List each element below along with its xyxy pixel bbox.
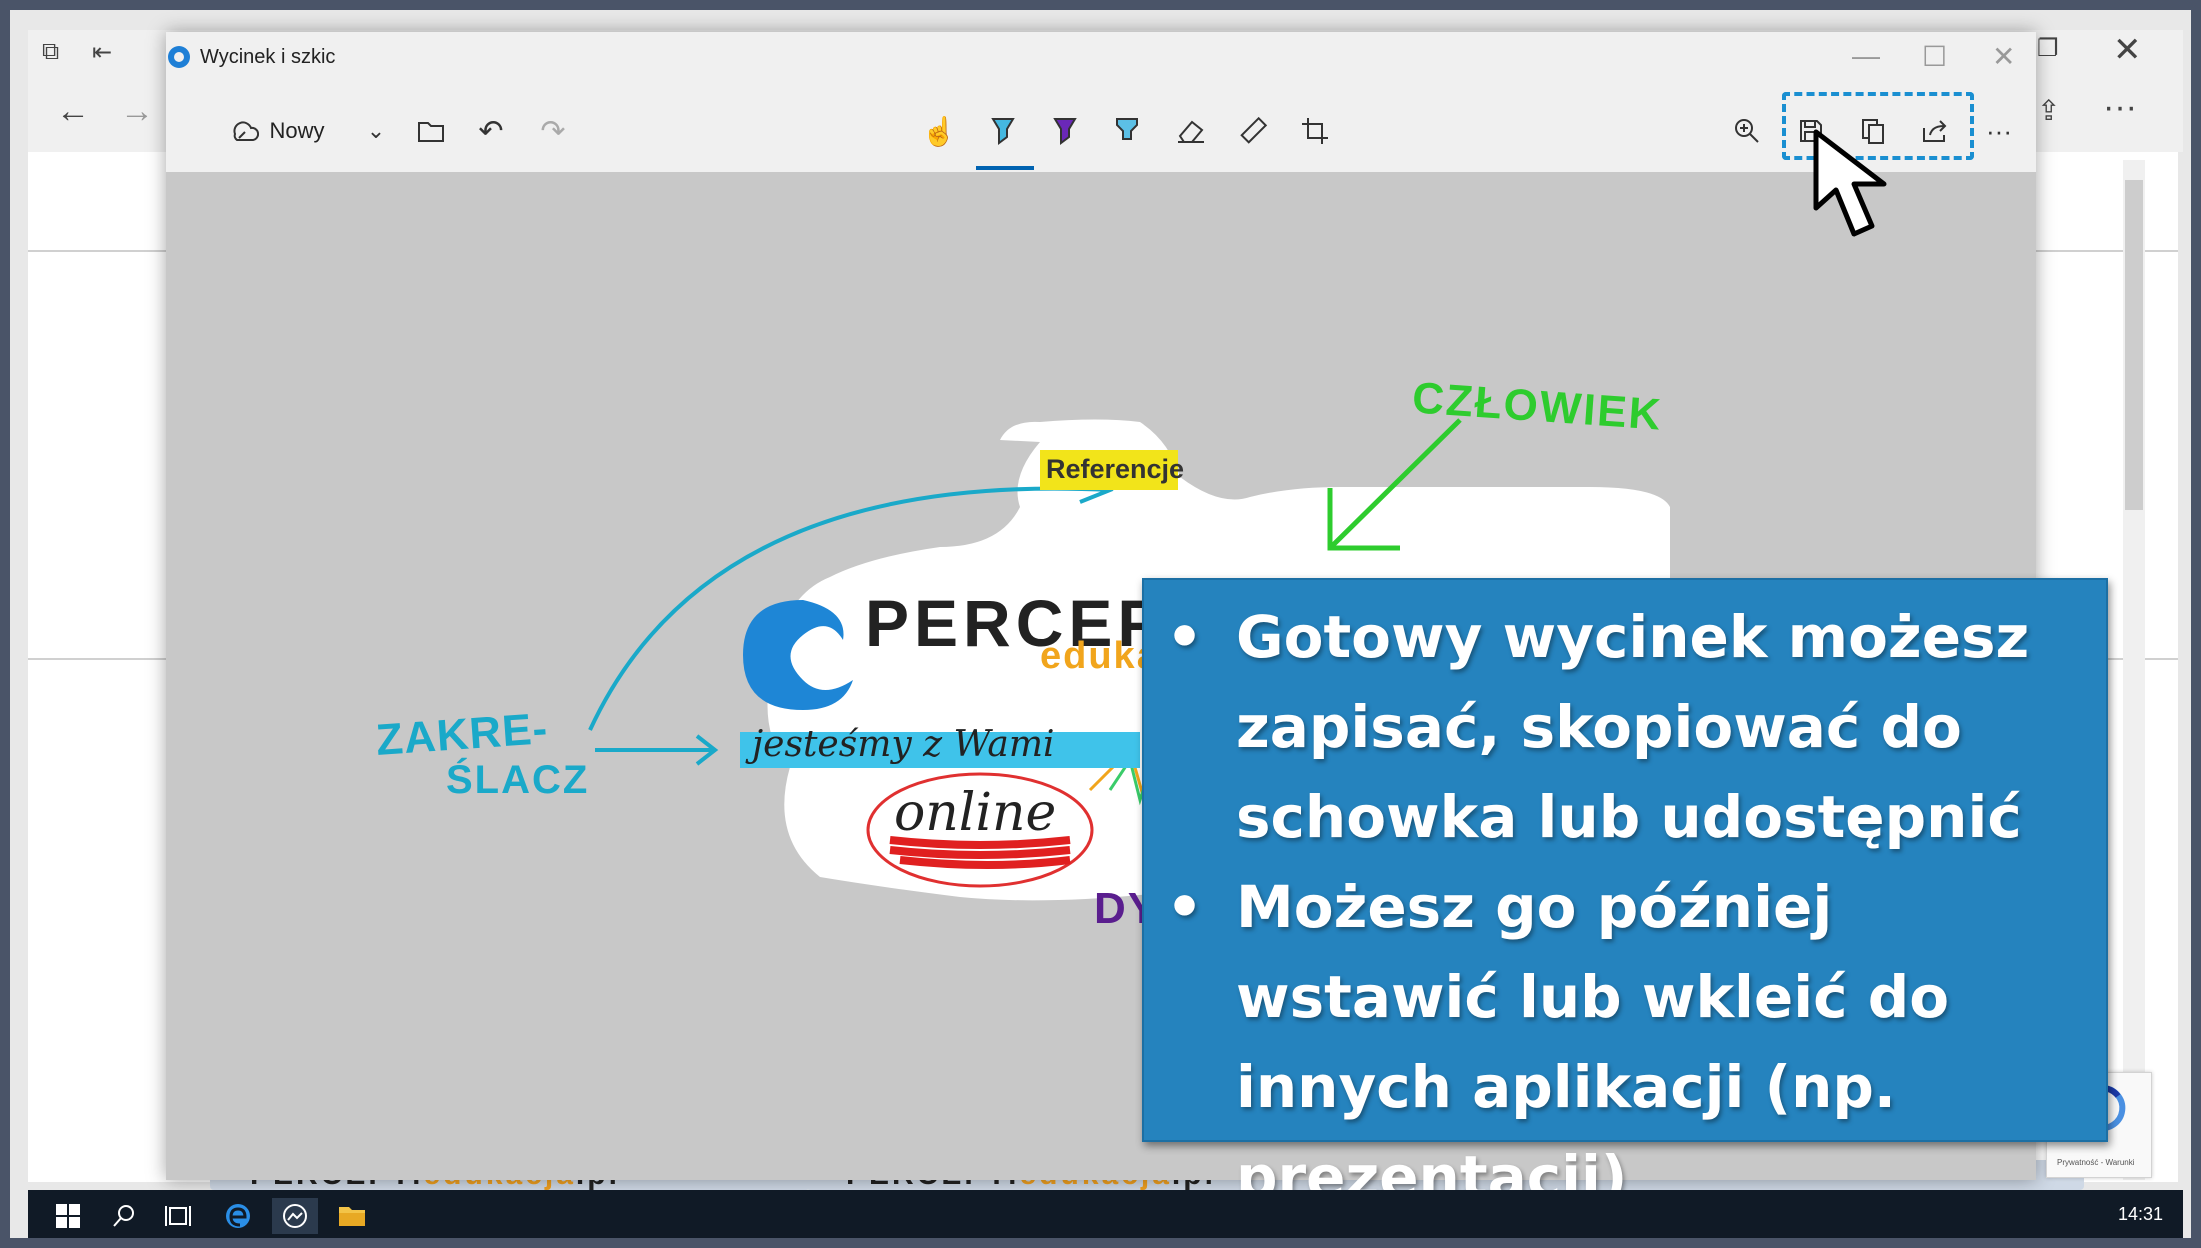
mouse-cursor-icon <box>1813 129 1887 237</box>
online-text: online <box>894 783 1057 843</box>
callout-item: Gotowy wycinek możesz zapisać, skopiować… <box>1166 592 2106 862</box>
slogan-text: jesteśmy z Wami <box>752 724 1055 765</box>
task-view-button[interactable] <box>158 1198 198 1234</box>
start-button[interactable] <box>48 1198 88 1234</box>
slogan-arrow <box>595 734 719 766</box>
online-scribble <box>889 836 1071 869</box>
file-explorer-taskbar-button[interactable] <box>332 1198 372 1234</box>
snip-sketch-taskbar-button[interactable] <box>272 1198 318 1234</box>
file-explorer-icon <box>339 1207 365 1226</box>
task-view-icon <box>165 1206 191 1226</box>
callout-item: Możesz go później wstawić lub wkleić do … <box>1166 862 2106 1222</box>
info-callout: Gotowy wycinek możesz zapisać, skopiować… <box>1142 578 2108 1211</box>
annotation-zakreslacz-2: ŚLACZ <box>446 758 590 802</box>
callout-list: Gotowy wycinek możesz zapisać, skopiować… <box>1144 592 2106 1222</box>
edge-icon <box>226 1204 250 1228</box>
reference-text: Referencje <box>1046 454 1185 484</box>
search-icon <box>113 1205 134 1227</box>
taskbar: 14:31 <box>28 1190 2183 1238</box>
snip-sketch-icon <box>283 1204 307 1228</box>
search-button[interactable] <box>104 1198 144 1234</box>
clock[interactable]: 14:31 <box>2118 1204 2163 1225</box>
windows-icon <box>56 1204 80 1228</box>
edge-taskbar-button[interactable] <box>218 1198 258 1234</box>
desktop-screen: ⧉ ⇤ ← → ❐ ✕ ⇪ ··· PERCEPTiedukacja.pl PE… <box>10 10 2191 1238</box>
